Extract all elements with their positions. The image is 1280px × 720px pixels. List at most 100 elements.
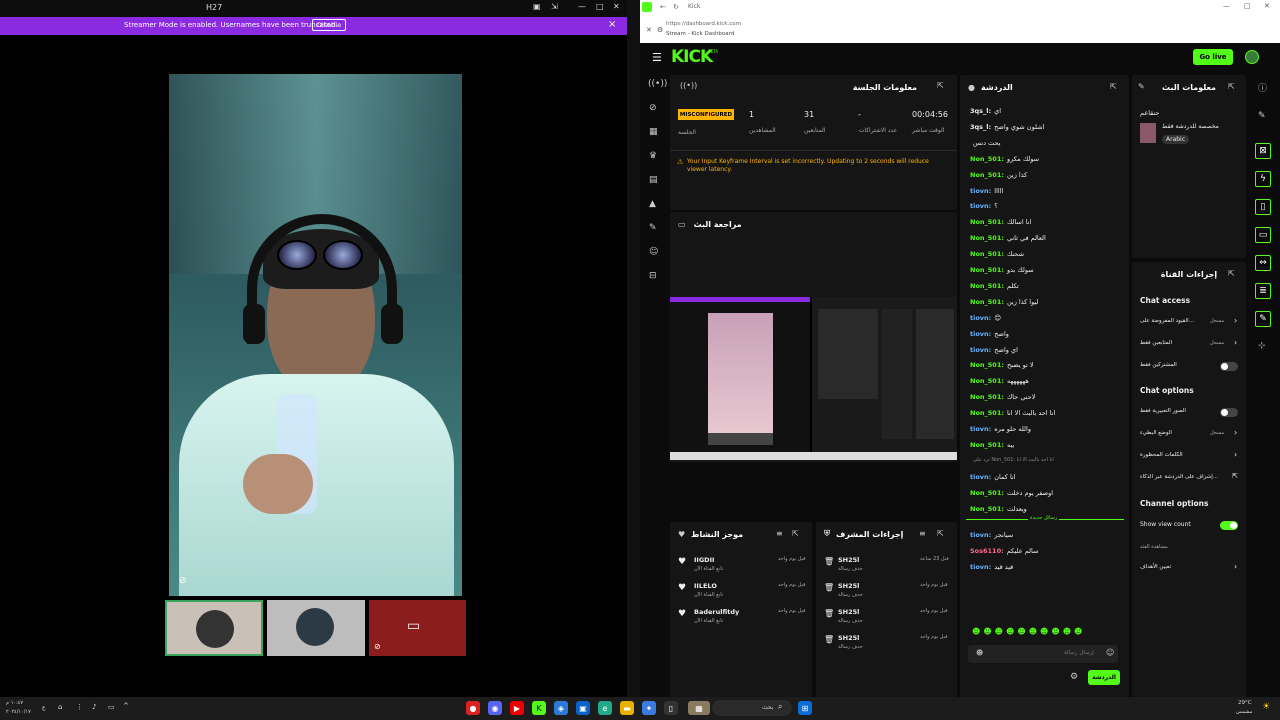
- expand-icon[interactable]: ⇱: [1110, 82, 1117, 91]
- chat-username[interactable]: Non_501:: [970, 155, 1004, 163]
- wallet-icon[interactable]: ▤: [649, 175, 658, 185]
- clock-date[interactable]: ٢٠٢٤/١٠/١٧: [6, 709, 31, 715]
- window-close-icon[interactable]: ✕: [613, 2, 620, 11]
- main-video-feed[interactable]: ⊘: [169, 74, 462, 596]
- stream-category[interactable]: مخصصة للدردشة فقط: [1162, 123, 1219, 130]
- users-icon[interactable]: ☺: [649, 247, 658, 257]
- chat-username[interactable]: Non_501:: [970, 489, 1004, 497]
- chat-input[interactable]: ☻ إرسال رسالة ☺: [968, 645, 1118, 663]
- broadcast-icon[interactable]: ((•)): [648, 79, 667, 89]
- lightning-icon[interactable]: ϟ: [1255, 171, 1271, 187]
- inbox-icon[interactable]: ⊟: [649, 271, 657, 281]
- expand-icon[interactable]: ⇱: [1228, 269, 1235, 278]
- chat-username[interactable]: Non_501:: [970, 393, 1004, 401]
- chat-username[interactable]: Non_501:: [970, 171, 1004, 179]
- user-avatar[interactable]: [1245, 50, 1259, 64]
- trophy-icon[interactable]: ♛: [649, 151, 657, 161]
- chat-username[interactable]: Non_501:: [970, 218, 1004, 226]
- activity-user[interactable]: IIGDII: [694, 556, 714, 564]
- tools-icon[interactable]: ✎: [649, 223, 657, 233]
- kick-logo[interactable]: KICK: [671, 47, 713, 67]
- setting-row[interactable]: القيود المفروضة على... مسحل ›: [1140, 316, 1240, 330]
- hamburger-menu-icon[interactable]: ☰: [652, 51, 662, 64]
- wifi-icon[interactable]: ⋮: [76, 703, 83, 711]
- emotes-only-toggle[interactable]: [1220, 408, 1238, 417]
- window-close-icon[interactable]: ✕: [1264, 2, 1270, 10]
- analytics-icon[interactable]: ▦: [649, 127, 658, 137]
- activity-user[interactable]: Baderulfitdy: [694, 608, 739, 616]
- chat-username[interactable]: tiovn:: [970, 425, 991, 433]
- chat-username[interactable]: Non_501:: [970, 250, 1004, 258]
- chat-username[interactable]: tiovn:: [970, 531, 991, 539]
- widget-icon[interactable]: ▦: [688, 701, 710, 715]
- folder-icon[interactable]: ▬: [620, 701, 634, 715]
- chat-username[interactable]: Sos6110:: [970, 547, 1004, 555]
- chat-username[interactable]: 3qs_l:: [970, 123, 991, 131]
- weather-temp[interactable]: 29°C: [1238, 700, 1252, 706]
- chat-username[interactable]: Non_501:: [970, 266, 1004, 274]
- mod-action-user[interactable]: SH25l: [838, 556, 859, 564]
- filter-icon[interactable]: ≡: [919, 529, 926, 538]
- edit-icon[interactable]: ✎: [1138, 82, 1145, 91]
- message-icon[interactable]: ▭: [1255, 227, 1271, 243]
- chat-username[interactable]: Non_501:: [970, 441, 1004, 449]
- app-icon[interactable]: ✦: [642, 701, 656, 715]
- chat-username[interactable]: Non_501:: [970, 361, 1004, 369]
- discord-icon[interactable]: ◉: [488, 701, 502, 715]
- chat-username[interactable]: Non_501:: [970, 298, 1004, 306]
- emoji-icon[interactable]: ☺: [1106, 648, 1114, 657]
- start-icon[interactable]: ⊞: [798, 701, 812, 715]
- chat-username[interactable]: Non_501:: [970, 282, 1004, 290]
- popout-icon[interactable]: ⇲: [551, 2, 558, 11]
- mod-action-user[interactable]: SH25l: [838, 634, 859, 642]
- volume-icon[interactable]: ♪: [92, 703, 96, 711]
- participant-tile[interactable]: [267, 600, 365, 656]
- store-icon[interactable]: ▣: [576, 701, 590, 715]
- kick-icon[interactable]: K: [532, 701, 546, 715]
- link-icon[interactable]: ⊘: [649, 103, 657, 113]
- pencil-icon[interactable]: ✎: [1258, 111, 1266, 121]
- chat-username[interactable]: 3qs_l:: [970, 107, 991, 115]
- camera-off-tile[interactable]: ▭ ⊘: [369, 600, 466, 656]
- share-icon[interactable]: ⊹: [1258, 341, 1266, 351]
- maximize-icon[interactable]: □: [1244, 2, 1251, 10]
- taskbar-search[interactable]: بحث ⌕: [712, 700, 792, 716]
- setting-row[interactable]: تعيين الأهداف ›: [1140, 562, 1240, 576]
- setting-row[interactable]: الكلمات المحظورة ›: [1140, 450, 1240, 464]
- youtube-icon[interactable]: ▶: [510, 701, 524, 715]
- chat-username[interactable]: Non_501:: [970, 505, 1004, 513]
- mod-action-user[interactable]: SH25l: [838, 582, 859, 590]
- wrench-icon[interactable]: ✎: [1255, 311, 1271, 327]
- chat-settings-icon[interactable]: ⚙: [1070, 672, 1078, 682]
- screen-share-icon[interactable]: ▣: [533, 2, 541, 11]
- chat-username[interactable]: tiovn:: [970, 202, 991, 210]
- tab-close-icon[interactable]: ✕: [646, 26, 652, 34]
- participant-tile[interactable]: [165, 600, 263, 656]
- emote-bar[interactable]: ☻☻☻☻☻☻☻☻☻☻: [972, 627, 1122, 639]
- expand-icon[interactable]: ⇱: [1228, 82, 1235, 91]
- site-settings-icon[interactable]: ⚙: [657, 26, 663, 34]
- chat-username[interactable]: tiovn:: [970, 563, 991, 571]
- banner-close-button[interactable]: ×: [608, 19, 616, 30]
- smile-icon[interactable]: ☻: [976, 649, 983, 657]
- expand-icon[interactable]: ⇱: [937, 81, 944, 90]
- chat-username[interactable]: Non_501:: [970, 409, 1004, 417]
- raid-icon[interactable]: ⇔: [1255, 255, 1271, 271]
- network-icon[interactable]: ⌂: [58, 703, 62, 711]
- page-tab-title[interactable]: Kick: [688, 3, 700, 10]
- stream-preview-video[interactable]: [670, 297, 957, 460]
- reload-icon[interactable]: ↻: [673, 3, 679, 11]
- battery-icon[interactable]: ▭: [108, 703, 115, 711]
- task-view-icon[interactable]: ▯: [664, 701, 678, 715]
- chat-username[interactable]: Non_501:: [970, 377, 1004, 385]
- chat-username[interactable]: tiovn:: [970, 314, 991, 322]
- edge-icon[interactable]: e: [598, 701, 612, 715]
- phone-icon[interactable]: ▯: [1255, 199, 1271, 215]
- chart-icon[interactable]: ▲: [649, 199, 656, 209]
- expand-icon[interactable]: ⇱: [937, 529, 944, 538]
- tray-chevron-icon[interactable]: ^: [123, 702, 129, 710]
- chat-username[interactable]: tiovn:: [970, 473, 991, 481]
- go-live-button[interactable]: Go live: [1193, 49, 1233, 65]
- disable-streamer-mode-button[interactable]: Disable: [312, 19, 347, 31]
- expand-icon[interactable]: ⇱: [792, 529, 799, 538]
